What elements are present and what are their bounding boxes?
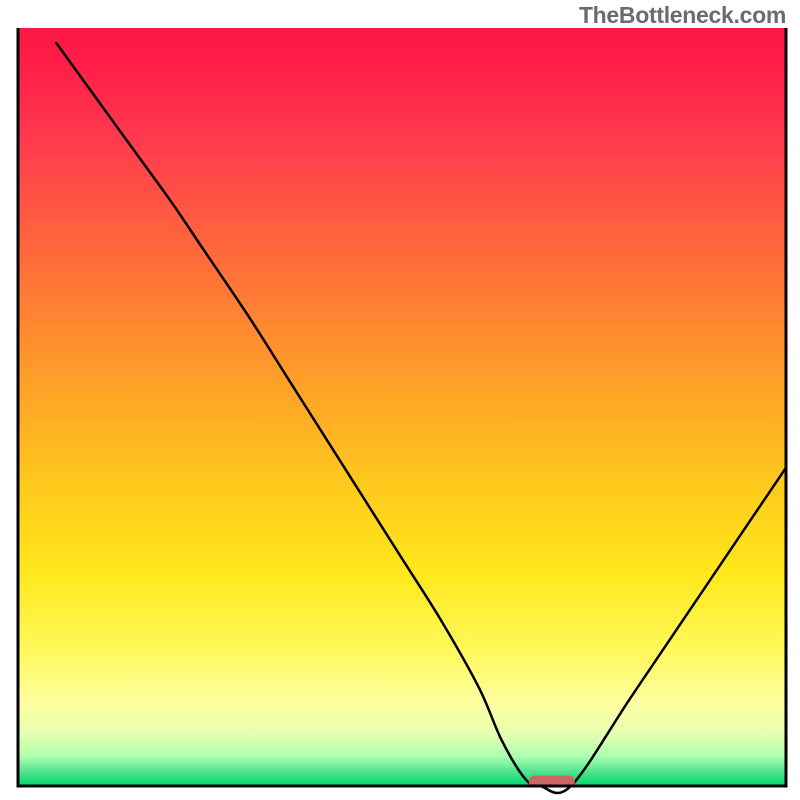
chart-container: { "watermark": "TheBottleneck.com", "cha…: [0, 0, 800, 800]
gradient-background: [18, 28, 786, 786]
watermark-text: TheBottleneck.com: [579, 2, 786, 29]
bottleneck-chart: [0, 0, 800, 800]
